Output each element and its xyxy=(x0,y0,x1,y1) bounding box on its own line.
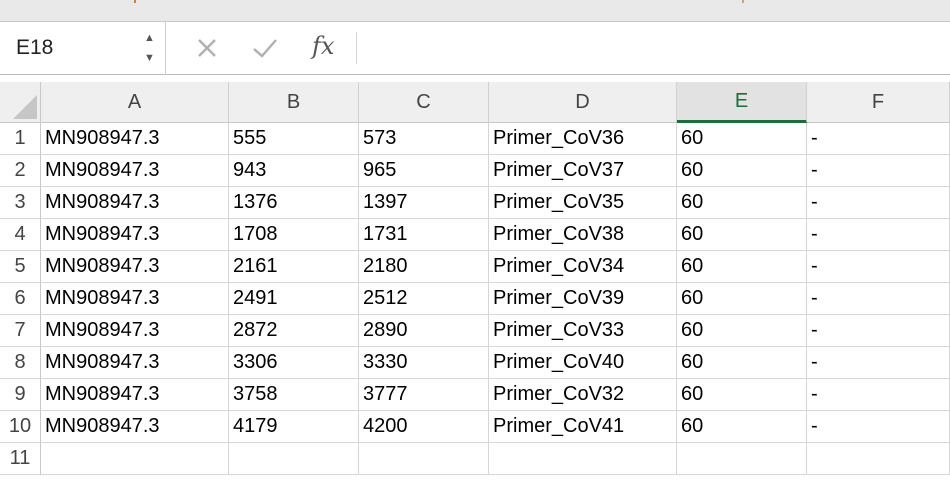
cell-c11[interactable] xyxy=(359,443,489,475)
cell-e1[interactable]: 60 xyxy=(677,123,807,155)
triangle-up-icon[interactable]: ▲ xyxy=(144,32,155,44)
row-header-3[interactable]: 3 xyxy=(0,187,41,219)
cell-d3[interactable]: Primer_CoV35 xyxy=(489,187,677,219)
cell-c2[interactable]: 965 xyxy=(359,155,489,187)
row-header-4[interactable]: 4 xyxy=(0,219,41,251)
cell-c4[interactable]: 1731 xyxy=(359,219,489,251)
row-header-5[interactable]: 5 xyxy=(0,251,41,283)
select-all-corner[interactable] xyxy=(0,82,41,123)
cell-f9[interactable]: - xyxy=(807,379,950,411)
column-header-c[interactable]: C xyxy=(359,82,489,123)
cell-e9[interactable]: 60 xyxy=(677,379,807,411)
cell-d6[interactable]: Primer_CoV39 xyxy=(489,283,677,315)
row-header-10[interactable]: 10 xyxy=(0,411,41,443)
cell-e11[interactable] xyxy=(677,443,807,475)
cell-f10[interactable]: - xyxy=(807,411,950,443)
row-header-1[interactable]: 1 xyxy=(0,123,41,155)
cell-b5[interactable]: 2161 xyxy=(229,251,359,283)
cell-b6[interactable]: 2491 xyxy=(229,283,359,315)
column-header-a[interactable]: A xyxy=(41,82,229,123)
name-box[interactable]: E18 ▲ ▼ xyxy=(2,22,166,75)
cell-a11[interactable] xyxy=(41,443,229,475)
row-header-9[interactable]: 9 xyxy=(0,379,41,411)
formula-bar: E18 ▲ ▼ fx xyxy=(0,22,950,75)
row-header-11[interactable]: 11 xyxy=(0,443,41,475)
row-header-2[interactable]: 2 xyxy=(0,155,41,187)
column-header-f[interactable]: F xyxy=(807,82,950,123)
cell-c8[interactable]: 3330 xyxy=(359,347,489,379)
cell-c1[interactable]: 573 xyxy=(359,123,489,155)
cell-f4[interactable]: - xyxy=(807,219,950,251)
cell-b10[interactable]: 4179 xyxy=(229,411,359,443)
cell-b1[interactable]: 555 xyxy=(229,123,359,155)
cell-d10[interactable]: Primer_CoV41 xyxy=(489,411,677,443)
cell-f1[interactable]: - xyxy=(807,123,950,155)
row-header-6[interactable]: 6 xyxy=(0,283,41,315)
cell-f3[interactable]: - xyxy=(807,187,950,219)
row-header-7[interactable]: 7 xyxy=(0,315,41,347)
cell-c7[interactable]: 2890 xyxy=(359,315,489,347)
cell-f7[interactable]: - xyxy=(807,315,950,347)
column-header-d[interactable]: D xyxy=(489,82,677,123)
cell-c3[interactable]: 1397 xyxy=(359,187,489,219)
cell-c5[interactable]: 2180 xyxy=(359,251,489,283)
cell-a7[interactable]: MN908947.3 xyxy=(41,315,229,347)
cell-b7[interactable]: 2872 xyxy=(229,315,359,347)
name-box-value: E18 xyxy=(16,36,54,59)
cell-b3[interactable]: 1376 xyxy=(229,187,359,219)
cell-a3[interactable]: MN908947.3 xyxy=(41,187,229,219)
cell-b2[interactable]: 943 xyxy=(229,155,359,187)
cell-e3[interactable]: 60 xyxy=(677,187,807,219)
cell-f11[interactable] xyxy=(807,443,950,475)
cell-b11[interactable] xyxy=(229,443,359,475)
cell-d11[interactable] xyxy=(489,443,677,475)
x-icon[interactable] xyxy=(192,33,222,63)
cell-d9[interactable]: Primer_CoV32 xyxy=(489,379,677,411)
cell-e4[interactable]: 60 xyxy=(677,219,807,251)
cell-a9[interactable]: MN908947.3 xyxy=(41,379,229,411)
cell-e7[interactable]: 60 xyxy=(677,315,807,347)
cell-e6[interactable]: 60 xyxy=(677,283,807,315)
cell-c9[interactable]: 3777 xyxy=(359,379,489,411)
row-header-8[interactable]: 8 xyxy=(0,347,41,379)
cell-b9[interactable]: 3758 xyxy=(229,379,359,411)
cell-d2[interactable]: Primer_CoV37 xyxy=(489,155,677,187)
formula-input[interactable] xyxy=(364,30,944,66)
cell-a1[interactable]: MN908947.3 xyxy=(41,123,229,155)
cell-f8[interactable]: - xyxy=(807,347,950,379)
formula-bar-divider xyxy=(356,32,357,64)
top-strip-mark xyxy=(742,0,744,3)
cell-e8[interactable]: 60 xyxy=(677,347,807,379)
name-box-stepper[interactable]: ▲ ▼ xyxy=(142,30,160,66)
cell-e2[interactable]: 60 xyxy=(677,155,807,187)
cell-e5[interactable]: 60 xyxy=(677,251,807,283)
checkmark-icon[interactable] xyxy=(248,33,282,63)
cell-d7[interactable]: Primer_CoV33 xyxy=(489,315,677,347)
cell-a8[interactable]: MN908947.3 xyxy=(41,347,229,379)
cell-c10[interactable]: 4200 xyxy=(359,411,489,443)
cell-f5[interactable]: - xyxy=(807,251,950,283)
cell-a6[interactable]: MN908947.3 xyxy=(41,283,229,315)
cell-d5[interactable]: Primer_CoV34 xyxy=(489,251,677,283)
cell-d1[interactable]: Primer_CoV36 xyxy=(489,123,677,155)
cell-d4[interactable]: Primer_CoV38 xyxy=(489,219,677,251)
window-top-strip xyxy=(0,0,950,22)
cell-a4[interactable]: MN908947.3 xyxy=(41,219,229,251)
cell-c6[interactable]: 2512 xyxy=(359,283,489,315)
spreadsheet-grid: A B C D E F 1 MN908947.3 555 573 Primer_CoV36 60-2 M… xyxy=(0,82,950,480)
column-header-b[interactable]: B xyxy=(229,82,359,123)
cell-a10[interactable]: MN908947.3 xyxy=(41,411,229,443)
cell-a5[interactable]: MN908947.3 xyxy=(41,251,229,283)
triangle-down-icon[interactable]: ▼ xyxy=(144,52,155,64)
function-icon[interactable]: fx xyxy=(312,32,334,60)
cell-f2[interactable]: - xyxy=(807,155,950,187)
cell-b4[interactable]: 1708 xyxy=(229,219,359,251)
cell-f6[interactable]: - xyxy=(807,283,950,315)
cell-e10[interactable]: 60 xyxy=(677,411,807,443)
cell-a2[interactable]: MN908947.3 xyxy=(41,155,229,187)
top-strip-mark xyxy=(134,0,136,3)
column-header-e[interactable]: E xyxy=(677,82,807,123)
cell-b8[interactable]: 3306 xyxy=(229,347,359,379)
cell-d8[interactable]: Primer_CoV40 xyxy=(489,347,677,379)
